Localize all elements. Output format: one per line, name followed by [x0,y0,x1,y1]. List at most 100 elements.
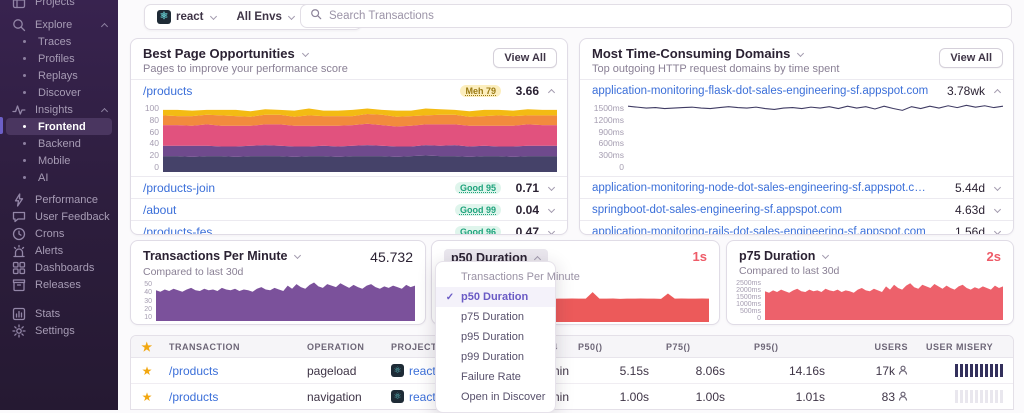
column-header-p75[interactable]: P75() [653,342,729,352]
chevron-down-icon[interactable] [993,184,1001,192]
view-all-button[interactable]: View All [493,48,557,68]
chevron-down-icon[interactable] [547,184,555,192]
sidebar-item-replays[interactable]: Replays [6,67,112,84]
sidebar-item-crons[interactable]: Crons [6,225,112,242]
opportunity-row[interactable]: /products-fes Good 96 0.47 [131,220,567,235]
transaction-link[interactable]: /products-join [143,181,215,195]
menu-item-failure-rate[interactable]: Failure Rate [436,367,555,387]
opportunity-value: 3.66 [515,83,539,98]
sidebar-item-profiles[interactable]: Profiles [6,50,112,67]
environment-filter[interactable]: All Envs [237,11,295,23]
sidebar: Projects Explore Traces Profiles Replays… [0,0,118,410]
domain-row[interactable]: application-monitoring-node-dot-sales-en… [580,176,1013,198]
chevron-down-icon[interactable] [993,206,1001,214]
archive-box-icon [11,277,27,293]
menu-item-p50-duration[interactable]: ✓ p50 Duration [436,287,555,307]
sidebar-item-alerts[interactable]: Alerts [6,242,112,259]
transaction-link[interactable]: /products [143,84,192,98]
score-badge[interactable]: Good 95 [454,181,501,194]
table-row[interactable]: ★ /products navigation ⚛ react /min 1.00s… [131,384,1013,409]
p75-duration-panel: p75 Duration 2s Compared to last 30d 250… [726,240,1014,325]
star-icon[interactable]: ★ [142,364,153,378]
score-badge[interactable]: Meh 79 [460,84,501,97]
domain-row[interactable]: application-monitoring-rails-dot-sales-e… [580,220,1013,235]
sidebar-item-mobile[interactable]: Mobile [6,152,112,169]
column-header-users[interactable]: USERS [829,342,913,352]
domain-link[interactable]: springboot-dot-sales-engineering-sf.apps… [592,204,842,216]
bullet-icon [23,125,26,128]
sidebar-item-projects[interactable]: Projects [6,0,112,10]
menu-item-p99-duration[interactable]: p99 Duration [436,347,555,367]
sidebar-item-dashboards[interactable]: Dashboards [6,259,112,276]
domain-time-value: 4.63d [954,202,985,217]
domain-link[interactable]: application-monitoring-flask-dot-sales-e… [592,85,928,97]
search-placeholder: Search Transactions [329,10,434,22]
sidebar-item-ai[interactable]: AI [6,169,112,186]
tpm-chart: 50 40 30 20 10 [131,281,425,324]
sidebar-item-discover[interactable]: Discover [6,84,112,101]
star-icon[interactable]: ★ [141,340,152,354]
score-badge[interactable]: Good 96 [454,225,501,234]
users-cell: 17k [829,364,913,378]
menu-item-open-in-discover[interactable]: Open in Discover [436,387,555,407]
metric-value: 1s [692,249,707,264]
metric-title-row[interactable]: Transactions Per Minute [143,249,301,263]
sidebar-item-performance[interactable]: Performance [6,191,112,208]
sidebar-item-backend[interactable]: Backend [6,135,112,152]
menu-item-p75-duration[interactable]: p75 Duration [436,307,555,327]
area-plot [156,281,415,321]
project-link[interactable]: react [409,364,436,378]
domain-link[interactable]: application-monitoring-rails-dot-sales-e… [592,226,926,235]
transaction-link[interactable]: /products-fes [143,225,212,235]
opportunity-row[interactable]: /products-join Good 95 0.71 [131,176,567,198]
project-link[interactable]: react [409,390,436,404]
sidebar-item-frontend[interactable]: Frontend [6,118,112,135]
sidebar-item-explore[interactable]: Explore [6,16,112,33]
chevron-down-icon [301,50,309,58]
score-badge[interactable]: Good 99 [454,203,501,216]
best-page-opportunities-panel: Best Page Opportunities Pages to improve… [130,38,568,235]
sidebar-item-user-feedback[interactable]: User Feedback [6,208,112,225]
chevron-down-icon[interactable] [993,228,1001,235]
sidebar-item-stats[interactable]: Stats [6,305,112,322]
chevron-down-icon [821,252,829,260]
menu-item-transactions-per-minute[interactable]: Transactions Per Minute [436,267,580,287]
chevron-down-icon[interactable] [547,228,555,235]
chevron-up-icon[interactable] [993,87,1001,95]
sidebar-item-releases[interactable]: Releases [6,276,112,293]
clock-icon [11,226,27,242]
column-header-p95[interactable]: P95() [729,342,829,352]
chevron-up-icon[interactable] [547,87,555,95]
sidebar-item-traces[interactable]: Traces [6,33,112,50]
domain-link[interactable]: application-monitoring-node-dot-sales-en… [592,182,929,194]
transaction-link[interactable]: /products [169,390,218,404]
bullet-icon [23,74,26,77]
project-filter[interactable]: ⚛ react [157,10,217,24]
bar-chart-icon [11,306,27,322]
chart-y-axis: 50 40 30 20 10 [144,281,152,321]
sidebar-item-insights[interactable]: Insights [6,101,112,118]
time-consuming-domains-panel: Most Time-Consuming Domains Top outgoing… [579,38,1014,235]
column-header-operation[interactable]: OPERATION [307,342,391,352]
sidebar-item-settings[interactable]: Settings [6,322,112,339]
metric-title-row[interactable]: p75 Duration [739,249,829,263]
environment-filter-label: All Envs [236,11,282,23]
chevron-down-icon[interactable] [547,206,555,214]
table-row[interactable]: ★ /products pageload ⚛ react /min 5.15s 8… [131,358,1013,384]
column-header-user-misery[interactable]: USER MISERY [913,342,1013,352]
transaction-link[interactable]: /products [169,364,218,378]
opportunity-row[interactable]: /about Good 99 0.04 [131,198,567,220]
user-misery-bars [955,390,1003,403]
p75-cell: 1.00s [695,389,725,404]
transaction-link[interactable]: /about [143,203,176,217]
view-all-button[interactable]: View All [939,48,1003,68]
menu-item-p95-duration[interactable]: p95 Duration [436,327,555,347]
star-icon[interactable]: ★ [142,390,153,404]
domain-featured-row[interactable]: application-monitoring-flask-dot-sales-e… [580,79,1013,101]
column-header-transaction[interactable]: TRANSACTION [163,342,307,352]
column-header-p50[interactable]: P50() [573,342,653,352]
search-input[interactable]: Search Transactions [300,4,1012,28]
user-misery-bars [955,364,1003,377]
opportunity-featured-row[interactable]: /products Meh 79 3.66 [131,79,567,101]
domain-row[interactable]: springboot-dot-sales-engineering-sf.apps… [580,198,1013,220]
